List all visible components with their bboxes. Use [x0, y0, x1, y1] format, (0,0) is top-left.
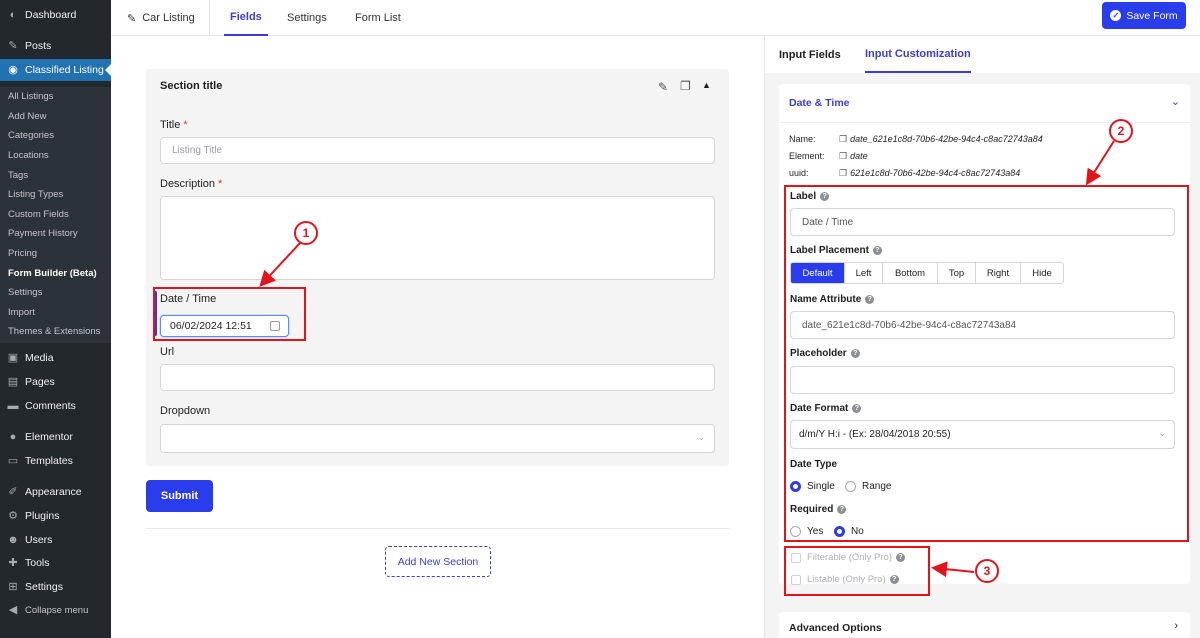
section-title: Section title — [160, 80, 223, 92]
sidebar-item-plugins[interactable]: ⚙ Plugins — [0, 505, 111, 527]
dashboard-icon: ◐ — [9, 9, 17, 21]
copy-icon: ❐ — [839, 134, 848, 144]
tab-fields[interactable]: Fields — [224, 0, 268, 36]
submenu-themes-extensions[interactable]: Themes & Extensions — [0, 322, 111, 342]
sidebar-item-elementor[interactable]: ● Elementor — [0, 426, 111, 448]
wrench-icon: ✚ — [8, 557, 18, 569]
panel-tabs: Input Fields Input Customization — [765, 37, 1200, 73]
dropdown-select[interactable]: ⌄ — [160, 424, 715, 453]
location-icon: ◉ — [8, 64, 18, 76]
copy-icon: ❐ — [839, 168, 848, 178]
sidebar-item-users[interactable]: ☻ Users — [0, 529, 111, 551]
tab-settings[interactable]: Settings — [287, 0, 327, 36]
sidebar-item-tools[interactable]: ✚ Tools — [0, 552, 111, 574]
advanced-options-card[interactable]: Advanced Options › — [779, 612, 1190, 638]
sidebar-item-dashboard[interactable]: ◐ Dashboard — [0, 4, 111, 26]
submenu-import[interactable]: Import — [0, 303, 111, 323]
submenu-all-listings[interactable]: All Listings — [0, 87, 111, 107]
chevron-down-icon[interactable]: ⌄ — [1171, 95, 1180, 108]
folder-icon: ▭ — [7, 455, 19, 467]
url-field-label: Url — [160, 346, 175, 358]
pin-icon: ✎ — [8, 40, 18, 52]
pencil-icon: ✎ — [127, 12, 137, 25]
brush-icon: ✐ — [8, 486, 18, 498]
meta-element: Element: ❐ date — [789, 151, 868, 161]
title-field-label: Title * — [160, 119, 188, 131]
submenu-listing-types[interactable]: Listing Types — [0, 185, 111, 205]
field-settings-panel: Input Fields Input Customization Date & … — [764, 37, 1200, 638]
admin-sidebar: ◐ Dashboard ✎ Posts ◉ Classified Listing Al… — [0, 0, 111, 638]
tab-input-customization[interactable]: Input Customization — [865, 37, 971, 73]
comments-icon: ▬ — [7, 400, 19, 412]
section-divider — [146, 528, 729, 529]
advanced-options-label: Advanced Options — [789, 622, 882, 634]
plugin-icon: ⚙ — [8, 510, 18, 522]
highlight-box-pro-options — [784, 546, 930, 596]
dropdown-field-label: Dropdown — [160, 405, 211, 417]
sidebar-item-comments[interactable]: ▬ Comments — [0, 395, 111, 417]
submenu-categories[interactable]: Categories — [0, 126, 111, 146]
title-input[interactable]: Listing Title — [160, 137, 715, 164]
submenu-payment-history[interactable]: Payment History — [0, 224, 111, 244]
submenu-tags[interactable]: Tags — [0, 165, 111, 185]
sidebar-item-media[interactable]: ▣ Media — [0, 347, 111, 369]
sidebar-item-templates[interactable]: ▭ Templates — [0, 450, 111, 472]
tab-form-list[interactable]: Form List — [355, 0, 401, 36]
pages-icon: ▤ — [7, 376, 19, 388]
meta-name: Name: ❐ date_621e1c8d-70b6-42be-94c4-c8ac7… — [789, 134, 1043, 144]
chevron-down-icon: ⌄ — [697, 432, 705, 442]
tab-input-fields[interactable]: Input Fields — [779, 37, 841, 73]
description-field-label: Description * — [160, 178, 223, 190]
sidebar-item-appearance[interactable]: ✐ Appearance — [0, 481, 111, 503]
submenu-settings[interactable]: Settings — [0, 283, 111, 303]
collapse-menu-button[interactable]: ◀ Collapse menu — [0, 599, 111, 621]
save-form-button[interactable]: ✓ Save Form — [1102, 2, 1186, 29]
form-builder-canvas: Section title ✎ ❐ ▲ Title * Listing Title… — [111, 37, 764, 638]
description-textarea[interactable] — [160, 196, 715, 280]
sidebar-item-settings[interactable]: ⊞ Settings — [0, 576, 111, 598]
callout-3: 3 — [975, 559, 999, 583]
media-icon: ▣ — [7, 352, 19, 364]
sidebar-item-pages[interactable]: ▤ Pages — [0, 371, 111, 393]
callout-2: 2 — [1109, 119, 1133, 143]
callout-1: 1 — [294, 221, 318, 245]
sidebar-item-posts[interactable]: ✎ Posts — [0, 35, 111, 57]
submenu-custom-fields[interactable]: Custom Fields — [0, 205, 111, 225]
meta-uuid: uuid: ❐ 621e1c8d-70b6-42be-94c4-c8ac72743a… — [789, 168, 1021, 178]
copy-icon: ❐ — [839, 151, 848, 161]
submenu-pricing[interactable]: Pricing — [0, 244, 111, 264]
add-new-section-button[interactable]: Add New Section — [385, 546, 491, 577]
check-circle-icon: ✓ — [1110, 10, 1122, 21]
submenu-add-new[interactable]: Add New — [0, 107, 111, 127]
users-icon: ☻ — [7, 534, 19, 546]
sidebar-item-classified-listing[interactable]: ◉ Classified Listing — [0, 59, 111, 81]
highlight-box-date-field — [153, 287, 306, 341]
collapse-icon: ◀ — [8, 604, 18, 616]
edit-icon[interactable]: ✎ — [658, 80, 668, 94]
elementor-icon: ● — [9, 431, 17, 443]
submenu-locations[interactable]: Locations — [0, 146, 111, 166]
collapse-section-icon[interactable]: ▲ — [702, 80, 711, 90]
form-title: ✎ Car Listing — [127, 0, 210, 36]
submit-button[interactable]: Submit — [146, 480, 213, 512]
builder-topbar: ✎ Car Listing Fields Settings Form List … — [111, 0, 1200, 36]
highlight-box-settings — [784, 185, 1189, 542]
card-title: Date & Time — [789, 97, 850, 109]
form-section: Section title ✎ ❐ ▲ Title * Listing Title… — [146, 69, 729, 466]
copy-icon[interactable]: ❐ — [680, 79, 691, 93]
chevron-right-icon: › — [1174, 620, 1178, 632]
settings-icon: ⊞ — [8, 581, 18, 593]
submenu-form-builder[interactable]: Form Builder (Beta) — [0, 263, 111, 283]
url-input[interactable] — [160, 364, 715, 391]
